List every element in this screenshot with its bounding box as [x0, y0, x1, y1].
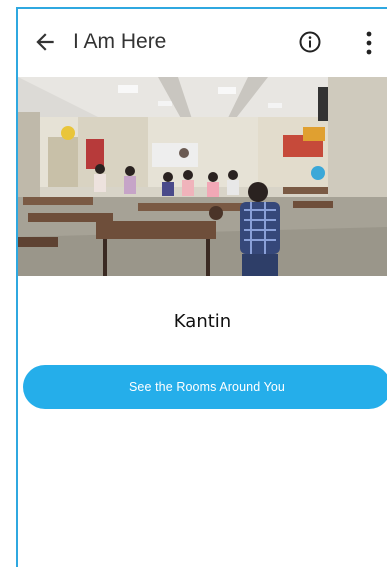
arrow-left-icon[interactable]: [32, 29, 58, 55]
location-name: Kantin: [173, 311, 232, 332]
location-photo: [18, 77, 387, 276]
see-rooms-button[interactable]: See the Rooms Around You: [23, 365, 387, 409]
canteen-photo: [18, 77, 387, 276]
app-screen: I Am Here Kantin See the Rooms Around Yo…: [16, 7, 387, 567]
app-bar: I Am Here: [18, 9, 387, 77]
more-vertical-icon[interactable]: [357, 29, 381, 57]
info-circle-icon[interactable]: [298, 30, 322, 54]
app-title: I Am Here: [73, 30, 167, 53]
